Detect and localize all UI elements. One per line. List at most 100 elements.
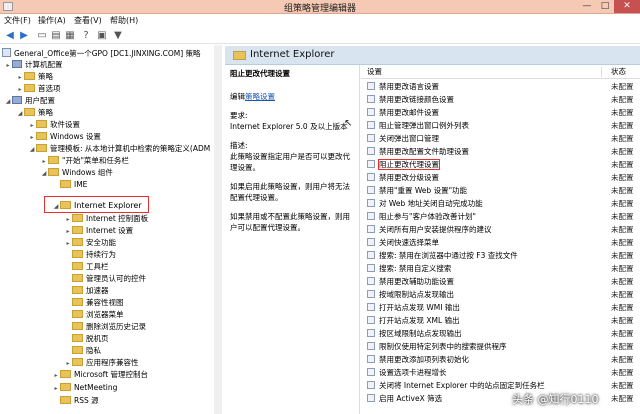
chevron-right-icon[interactable]: ▸ bbox=[4, 60, 12, 71]
menu-action[interactable]: 操作(A) bbox=[38, 15, 66, 26]
policy-row[interactable]: 按域限制站点发现输出 未配置 bbox=[361, 289, 640, 301]
tree-item[interactable]: 管理员认可的控件 bbox=[64, 273, 146, 284]
tree-item[interactable]: ▸ 首选项 bbox=[16, 83, 61, 94]
policy-row[interactable]: 搜索: 禁用自定义搜索 未配置 bbox=[361, 263, 640, 275]
folder-icon bbox=[72, 286, 83, 294]
policy-row[interactable]: 禁用"重置 Web 设置"功能 未配置 bbox=[361, 185, 640, 197]
policy-icon bbox=[367, 290, 375, 298]
chevron-right-icon[interactable]: ▸ bbox=[52, 383, 60, 394]
close-button[interactable]: ✕ bbox=[614, 0, 640, 13]
policy-row[interactable]: 禁用更改配置文件助理设置 未配置 bbox=[361, 146, 640, 158]
tree-item[interactable]: ▸ 策略 bbox=[16, 71, 53, 82]
tree-item[interactable]: ▸ Microsoft 管理控制台 bbox=[52, 369, 148, 380]
tree-item[interactable]: ▸ 安全功能 bbox=[64, 237, 116, 248]
chevron-right-icon[interactable]: ▸ bbox=[64, 226, 72, 237]
tree-item[interactable]: ▸ Internet 控制面板 bbox=[64, 213, 148, 224]
policy-row[interactable]: 阻止管理弹出窗口例外列表 未配置 bbox=[361, 120, 640, 132]
policy-row[interactable]: 关闭弹出窗口管理 未配置 bbox=[361, 133, 640, 145]
policy-name: 关闭快速选择菜单 bbox=[379, 238, 439, 247]
folder-icon bbox=[24, 108, 35, 116]
tree-item[interactable]: General_Office第一个GPO [DC1.JINXING.COM] 策… bbox=[2, 48, 201, 59]
chevron-right-icon[interactable]: ▸ bbox=[64, 214, 72, 225]
policy-row[interactable]: 打开站点发现 XML 输出 未配置 bbox=[361, 315, 640, 327]
policy-row-selected[interactable]: 阻止更改代理设置 未配置 bbox=[361, 159, 640, 171]
chevron-right-icon[interactable]: ▸ bbox=[28, 120, 36, 131]
tree-item[interactable]: ◢ 管理模板: 从本地计算机中检索的策略定义(ADM bbox=[28, 143, 210, 154]
policy-state: 未配置 bbox=[611, 199, 634, 208]
chevron-right-icon[interactable]: ▸ bbox=[64, 238, 72, 249]
tree-item[interactable]: ◢ 用户配置 bbox=[4, 95, 55, 106]
policy-row[interactable]: 禁用更改添加项列表初始化 未配置 bbox=[361, 354, 640, 366]
up-icon[interactable]: ▭ bbox=[36, 30, 48, 42]
tree-item[interactable]: ▸ Windows 设置 bbox=[28, 131, 101, 142]
tree-item[interactable]: ▸ Internet 设置 bbox=[64, 225, 133, 236]
tree-item[interactable]: 删除浏览历史记录 bbox=[64, 321, 146, 332]
help2-icon[interactable]: ▣ bbox=[96, 30, 108, 42]
filter-icon[interactable]: ▼ bbox=[112, 30, 124, 42]
properties-icon[interactable]: ▦ bbox=[64, 30, 76, 42]
policy-row[interactable]: 禁用更改辅助功能设置 未配置 bbox=[361, 276, 640, 288]
forward-icon[interactable]: ▶ bbox=[18, 30, 30, 42]
tree-item[interactable]: ▸ 软件设置 bbox=[28, 119, 80, 130]
policy-name: 打开站点发现 WMI 输出 bbox=[379, 303, 460, 312]
column-state[interactable]: 状态 bbox=[611, 65, 626, 79]
policy-row[interactable]: 打开站点发现 WMI 输出 未配置 bbox=[361, 302, 640, 314]
policy-row[interactable]: 禁用更改链接颜色设置 未配置 bbox=[361, 94, 640, 106]
chevron-right-icon[interactable]: ▸ bbox=[40, 156, 48, 167]
chevron-right-icon[interactable]: ▸ bbox=[52, 370, 60, 381]
tree-item[interactable]: ▸ 计算机配置 bbox=[4, 59, 63, 70]
view-icon[interactable]: ▤ bbox=[50, 30, 62, 42]
back-icon[interactable]: ◀ bbox=[4, 30, 16, 42]
chevron-right-icon[interactable]: ▸ bbox=[16, 72, 24, 83]
tree-item[interactable]: ◢ Windows 组件 bbox=[40, 167, 113, 178]
policy-row[interactable]: 禁用更改邮件设置 未配置 bbox=[361, 107, 640, 119]
policy-row[interactable]: 阻止参与"客户体验改善计划" 未配置 bbox=[361, 211, 640, 223]
disabled-text: 如果禁用或不配置此策略设置，则用户可以配置代理设置。 bbox=[230, 212, 350, 232]
menu-help[interactable]: 帮助(H) bbox=[110, 15, 138, 26]
policy-row[interactable]: 对 Web 地址关闭自动完成功能 未配置 bbox=[361, 198, 640, 210]
tree-item[interactable]: RSS 源 bbox=[52, 395, 99, 406]
policy-row[interactable]: 限制仅使用特定列表中的搜索提供程序 未配置 bbox=[361, 341, 640, 353]
policy-name: 阻止参与"客户体验改善计划" bbox=[379, 212, 476, 221]
help-icon[interactable]: ? bbox=[80, 30, 92, 42]
policy-row[interactable]: 搜索: 禁用在浏览器中通过按 F3 查找文件 未配置 bbox=[361, 250, 640, 262]
tree-item[interactable]: ◢ 策略 bbox=[16, 107, 53, 118]
tree-item[interactable]: 兼容性视图 bbox=[64, 297, 124, 308]
policy-row[interactable]: 设置选项卡进程增长 未配置 bbox=[361, 367, 640, 379]
policy-row[interactable]: 按区域限制站点发现输出 未配置 bbox=[361, 328, 640, 340]
policy-row[interactable]: 关闭快速选择菜单 未配置 bbox=[361, 237, 640, 249]
column-divider[interactable] bbox=[601, 67, 602, 77]
chevron-down-icon[interactable]: ◢ bbox=[16, 108, 24, 119]
tree-item[interactable]: 持续行为 bbox=[64, 249, 116, 260]
chevron-down-icon[interactable]: ◢ bbox=[4, 96, 12, 107]
folder-icon bbox=[72, 250, 83, 258]
menu-view[interactable]: 查看(V) bbox=[74, 15, 102, 26]
chevron-right-icon[interactable]: ▸ bbox=[16, 84, 24, 95]
chevron-right-icon[interactable]: ▸ bbox=[28, 132, 36, 143]
menu-file[interactable]: 文件(F) bbox=[4, 15, 31, 26]
tree-item[interactable]: IME bbox=[52, 179, 87, 190]
tree-item[interactable]: 脱机页 bbox=[64, 333, 109, 344]
tree-item[interactable]: ▸ 应用程序兼容性 bbox=[64, 357, 139, 368]
chevron-down-icon[interactable]: ◢ bbox=[40, 168, 48, 179]
tree-item[interactable]: ▸ "开始"菜单和任务栏 bbox=[40, 155, 129, 166]
chevron-right-icon[interactable]: ▸ bbox=[64, 358, 72, 369]
policy-row[interactable]: 禁用更改语言设置 未配置 bbox=[361, 81, 640, 93]
chevron-down-icon[interactable]: ◢ bbox=[28, 144, 36, 155]
tree-item[interactable]: ▸ NetMeeting bbox=[52, 382, 117, 393]
policy-row[interactable]: 禁用更改分级设置 未配置 bbox=[361, 172, 640, 184]
tree-item[interactable]: 浏览器菜单 bbox=[64, 309, 124, 320]
policy-state: 未配置 bbox=[611, 368, 634, 377]
policy-row[interactable]: 关闭所有用户安装提供程序的建议 未配置 bbox=[361, 224, 640, 236]
maximize-button[interactable]: □ bbox=[596, 0, 614, 13]
tree-item[interactable]: 加速器 bbox=[64, 285, 109, 296]
description-label: 描述: bbox=[230, 141, 248, 150]
gpo-icon bbox=[2, 48, 11, 57]
column-setting[interactable]: 设置 bbox=[367, 65, 382, 79]
tree-item[interactable]: 隐私 bbox=[64, 345, 101, 356]
minimize-button[interactable]: — bbox=[578, 0, 596, 13]
policy-name: 禁用更改辅助功能设置 bbox=[379, 277, 454, 286]
tree-scrollbar[interactable] bbox=[214, 45, 222, 414]
edit-policy-link[interactable]: 策略设置 bbox=[245, 92, 275, 101]
tree-item[interactable]: 工具栏 bbox=[64, 261, 109, 272]
